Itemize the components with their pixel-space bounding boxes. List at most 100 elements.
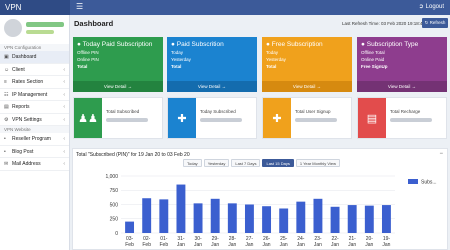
refresh-icon: ↻ — [424, 20, 429, 25]
card-metric-label: Yesterday — [171, 57, 191, 62]
summary-label: Total Subscribed — [106, 109, 140, 114]
bar-28-Jan[interactable] — [227, 203, 237, 233]
summary-card: ♟♟ Total Subscribed — [73, 97, 163, 139]
summary-icon: ▤ — [358, 98, 386, 138]
sidebar-item-dashboard[interactable]: ▣ Dashboard — [0, 51, 69, 64]
stat-card: ● Today Paid Subscription Offline PIN Onli… — [73, 37, 163, 92]
x-tick-label: Feb — [160, 242, 169, 248]
legend-swatch — [408, 179, 418, 184]
summary-icon: ✚ — [263, 98, 291, 138]
x-tick-label: Jan — [263, 242, 271, 248]
dashboard-icon: ▣ — [4, 54, 9, 60]
view-detail-link[interactable]: View Detail → — [357, 81, 447, 92]
bar-19-Jan[interactable] — [381, 205, 391, 233]
y-tick-label: 750 — [110, 188, 119, 194]
summary-value-redacted — [390, 118, 432, 122]
bar-31-Jan[interactable] — [176, 184, 186, 233]
y-tick-label: 500 — [110, 202, 119, 208]
tab-last-15-days[interactable]: Last 15 Days — [262, 159, 294, 167]
summary-label: Total User Signup — [295, 109, 331, 114]
card-title: ● Subscription Type — [361, 41, 419, 48]
tab-1-year-monthly-view[interactable]: 1 Year Monthly View — [295, 159, 340, 167]
sidebar-item-client[interactable]: ☺ Client ‹ — [0, 64, 69, 76]
top-navbar: VPN ☰ ➲ Logout — [0, 0, 450, 15]
bar-27-Jan[interactable] — [244, 204, 254, 234]
view-detail-link[interactable]: View Detail → — [73, 81, 163, 92]
sidebar-item-reports[interactable]: ▤ Reports ‹ — [0, 101, 69, 114]
logout-button[interactable]: ➲ Logout — [419, 0, 444, 15]
bar-01-Feb[interactable] — [159, 199, 169, 233]
ip-management-icon: ☷ — [4, 91, 9, 98]
bar-03-Feb[interactable] — [125, 221, 135, 233]
menu-icon[interactable]: ☰ — [76, 3, 83, 11]
sidebar: VPN Configuration ▣ Dashboard ☺ Client ‹ ≡ Rat… — [0, 15, 70, 250]
bar-23-Jan[interactable] — [313, 198, 323, 233]
summary-icon: ✚ — [168, 98, 196, 138]
mail-address-icon: ✉ — [4, 161, 9, 167]
sidebar-item-label: VPN Settings — [12, 116, 42, 123]
sidebar-item-rates-section[interactable]: ≡ Rates Section ‹ — [0, 76, 69, 89]
card-title: ● Today Paid Subscription — [77, 41, 153, 48]
sidebar-item-blog-post[interactable]: • Blog Post ‹ — [0, 146, 69, 158]
tab-yesterday[interactable]: Yesterday — [203, 159, 230, 167]
card-metric-label: Online PIN — [77, 57, 99, 62]
x-tick-label: Jan — [365, 242, 373, 248]
bar-26-Jan[interactable] — [262, 206, 272, 233]
page-title: Dashboard — [74, 19, 114, 28]
sidebar-item-label: Reseller Program — [12, 136, 51, 142]
bar-22-Jan[interactable] — [330, 206, 340, 233]
user-panel — [0, 15, 69, 44]
bar-29-Jan[interactable] — [210, 198, 220, 233]
vpn-settings-icon: ⚙ — [4, 116, 9, 123]
sidebar-item-ip-management[interactable]: ☷ IP Management ‹ — [0, 89, 69, 101]
x-tick-label: Jan — [211, 242, 219, 248]
chevron-left-icon: ‹ — [63, 148, 65, 155]
brand-logo[interactable]: VPN — [0, 0, 70, 15]
sidebar-item-label: Mail Address — [12, 161, 41, 167]
legend-label: Subs... — [421, 180, 437, 186]
reseller-program-icon: • — [4, 136, 6, 142]
sidebar-item-vpn-settings[interactable]: ⚙ VPN Settings ‹ — [0, 114, 69, 126]
collapse-icon[interactable]: − — [439, 151, 443, 157]
bar-21-Jan[interactable] — [347, 205, 357, 233]
view-detail-link[interactable]: View Detail → — [262, 81, 352, 92]
card-metric-label: Free SignUp — [361, 64, 388, 69]
main-content: Dashboard Last Refresh Time: 03 Feb 2020… — [70, 15, 450, 250]
summary-label: Total Recharge — [390, 109, 421, 114]
user-name-redacted — [26, 22, 64, 27]
bar-30-Jan[interactable] — [193, 203, 203, 233]
bar-25-Jan[interactable] — [279, 208, 289, 233]
last-refresh-time: Last Refresh Time: 03 Feb 2020 19:18:45 — [342, 21, 426, 26]
stat-card: ● Paid Subscrition Today Yesterday Total Vie… — [167, 37, 257, 92]
x-tick-label: Jan — [228, 242, 236, 248]
sidebar-item-label: Dashboard — [12, 54, 37, 60]
bar-chart: 02505007501,00003-Feb02-Feb01-Feb31-Jan3… — [105, 174, 437, 248]
card-metric-label: Total — [171, 64, 182, 69]
card-metric-label: Total — [77, 64, 88, 69]
card-metric-label: Offline Total — [361, 50, 385, 55]
y-tick-label: 1,000 — [105, 174, 118, 180]
summary-icon: ♟♟ — [74, 98, 102, 138]
x-tick-label: Feb — [142, 242, 151, 248]
section-header-vpn-website: VPN Website — [0, 126, 69, 133]
stat-card: ● Free Subscription Today Yesterday Total Vi… — [262, 37, 352, 92]
bar-02-Feb[interactable] — [142, 198, 152, 233]
refresh-button[interactable]: ↻ Refresh — [422, 18, 448, 28]
x-tick-label: Jan — [348, 242, 356, 248]
card-metric-label: Offline PIN — [77, 50, 99, 55]
summary-value-redacted — [295, 118, 337, 122]
blog-post-icon: • — [4, 148, 6, 155]
chevron-left-icon: ‹ — [63, 136, 65, 142]
tab-last-7-days[interactable]: Last 7 Days — [231, 159, 261, 167]
bar-24-Jan[interactable] — [296, 201, 306, 233]
section-header-vpn-configuration: VPN Configuration — [0, 44, 69, 51]
view-detail-link[interactable]: View Detail → — [167, 81, 257, 92]
bar-20-Jan[interactable] — [364, 205, 374, 233]
tab-today[interactable]: Today — [183, 159, 202, 167]
chevron-left-icon: ‹ — [63, 66, 65, 73]
x-tick-label: Jan — [245, 242, 253, 248]
sidebar-item-mail-address[interactable]: ✉ Mail Address ‹ — [0, 158, 69, 171]
sidebar-item-reseller-program[interactable]: • Reseller Program ‹ — [0, 133, 69, 146]
summary-card: ✚ Total User Signup — [262, 97, 352, 139]
sidebar-item-label: IP Management — [12, 91, 48, 98]
